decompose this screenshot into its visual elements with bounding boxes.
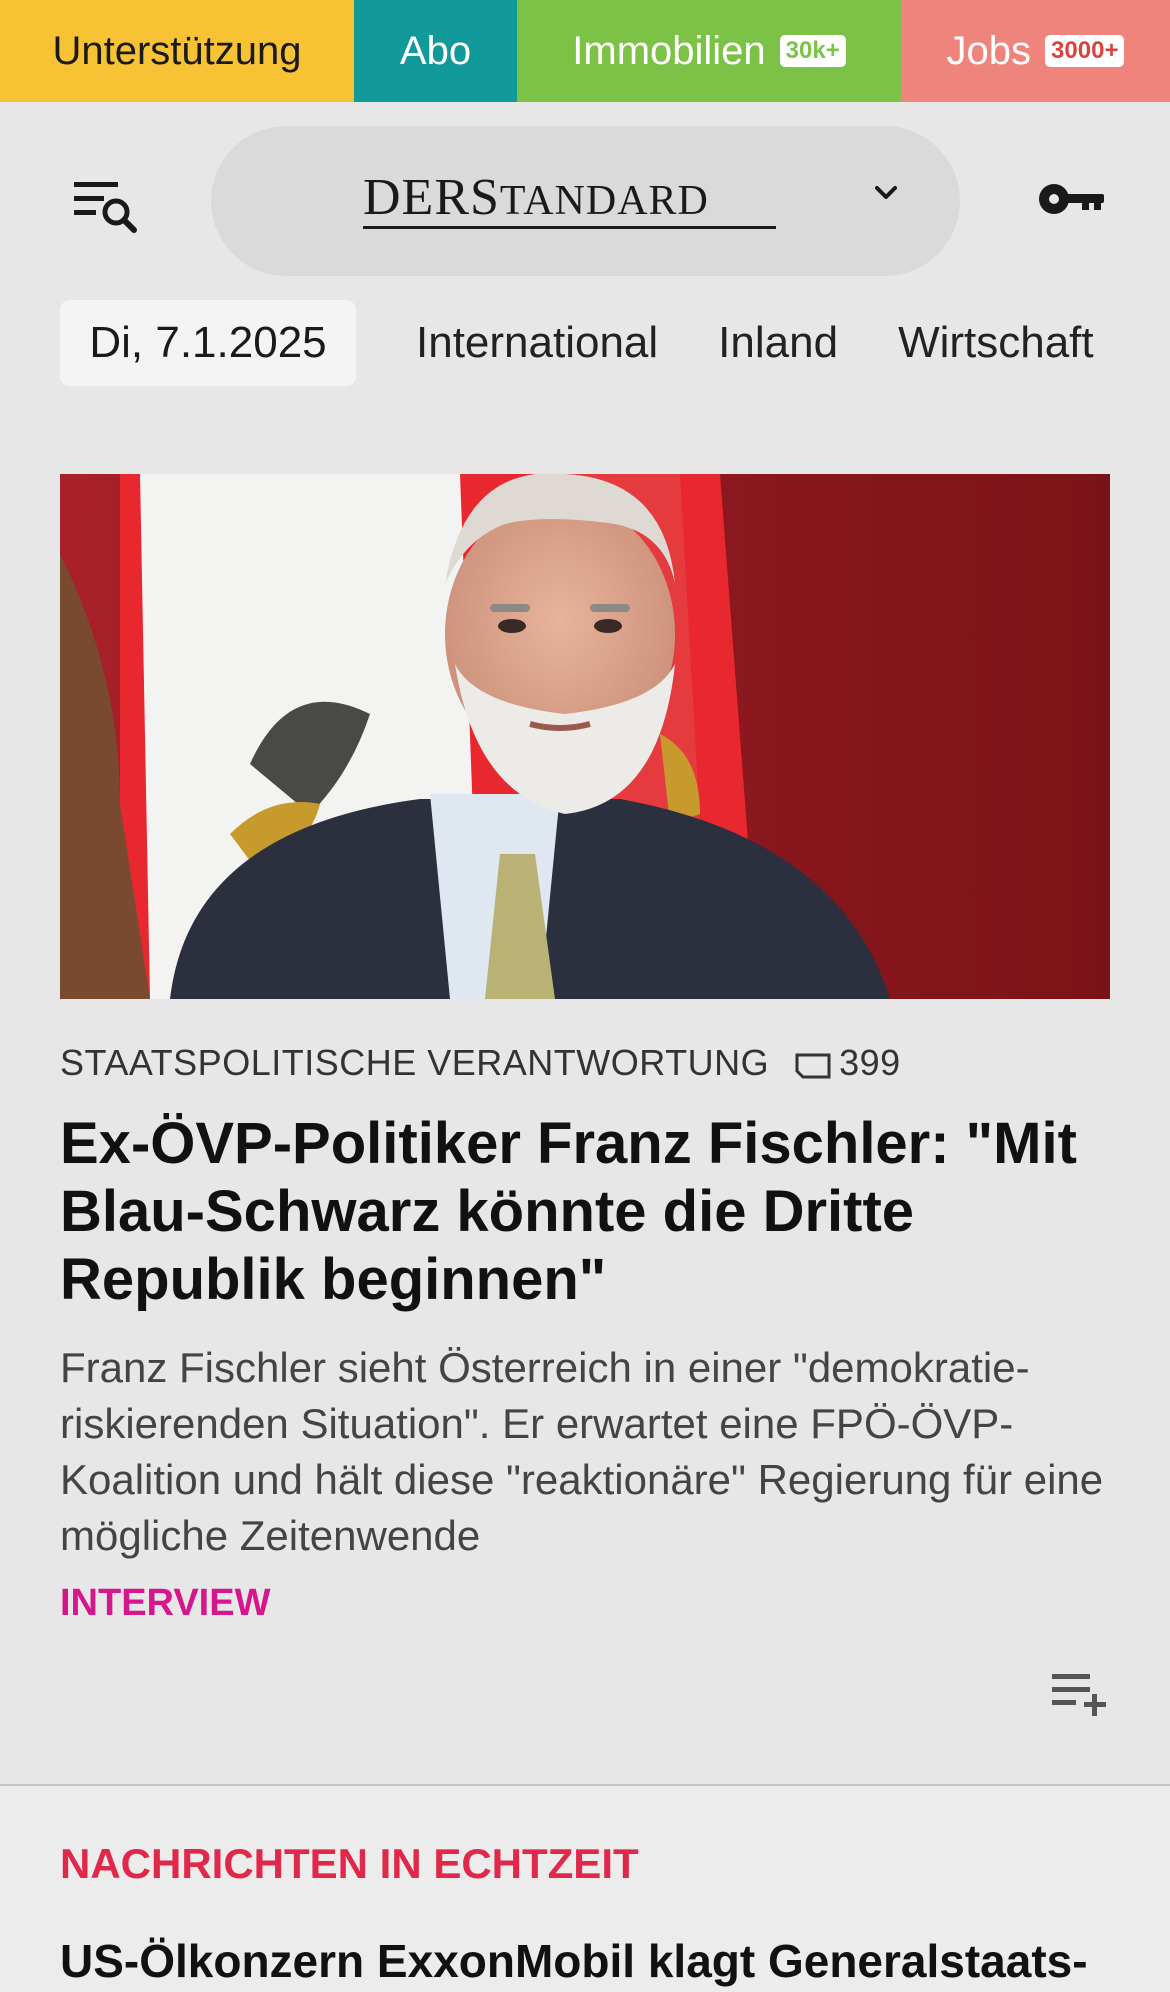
immobilien-label: Immobilien (572, 28, 766, 73)
logo-underline (363, 226, 776, 229)
comment-count[interactable]: 399 (839, 1042, 901, 1084)
jobs-label: Jobs (946, 28, 1032, 73)
menu-search-icon[interactable] (74, 178, 138, 234)
live-news-headline[interactable]: US-Ölkonzern ExxonMobil klagt Generalsta… (60, 1934, 1088, 1988)
logo-der: DER (363, 169, 470, 226)
article-tag[interactable]: INTERVIEW (60, 1582, 270, 1625)
nav-inland[interactable]: Inland (718, 318, 838, 368)
site-header: DERSTANDARD (0, 126, 1170, 276)
abo-link[interactable]: Abo (354, 0, 517, 102)
jobs-count-badge: 3000+ (1045, 35, 1125, 67)
logo-s: S (470, 169, 500, 226)
service-bar: Unterstützung Abo Immobilien 30k+ Jobs 3… (0, 0, 1170, 102)
add-to-playlist-icon[interactable] (1050, 1670, 1110, 1716)
chevron-down-icon[interactable] (871, 178, 901, 208)
support-link[interactable]: Unterstützung (0, 0, 354, 102)
nav-wirtschaft[interactable]: Wirtschaft (898, 318, 1094, 368)
nav-international[interactable]: International (416, 318, 658, 368)
jobs-link[interactable]: Jobs 3000+ (901, 0, 1170, 102)
live-news-section: NACHRICHTEN IN ECHTZEIT US-Ölkonzern Exx… (0, 1786, 1170, 1992)
site-logo[interactable]: DERSTANDARD (363, 168, 709, 227)
date-chip[interactable]: Di, 7.1.2025 (60, 300, 356, 386)
support-label: Unterstützung (52, 28, 302, 73)
article-teaser[interactable]: Franz Fischler sieht Österreich in einer… (60, 1340, 1120, 1564)
article-kicker-row: STAATSPOLITISCHE VERANTWORTUNG 399 (60, 1042, 901, 1084)
article-kicker: STAATSPOLITISCHE VERANTWORTUNG (60, 1042, 770, 1083)
live-news-title[interactable]: NACHRICHTEN IN ECHTZEIT (60, 1840, 639, 1888)
immobilien-count-badge: 30k+ (779, 35, 846, 67)
article-headline[interactable]: Ex-ÖVP-Politiker Franz Fischler: "Mit Bl… (60, 1110, 1120, 1314)
section-nav: Di, 7.1.2025 International Inland Wirtsc… (60, 300, 1170, 386)
abo-label: Abo (399, 28, 472, 73)
article-image[interactable] (60, 474, 1110, 999)
logo-tandard: TANDARD (499, 178, 709, 224)
comment-icon[interactable] (793, 1048, 833, 1079)
immobilien-link[interactable]: Immobilien 30k+ (517, 0, 901, 102)
logo-dropdown[interactable]: DERSTANDARD (211, 126, 960, 276)
key-icon[interactable] (1038, 182, 1104, 216)
